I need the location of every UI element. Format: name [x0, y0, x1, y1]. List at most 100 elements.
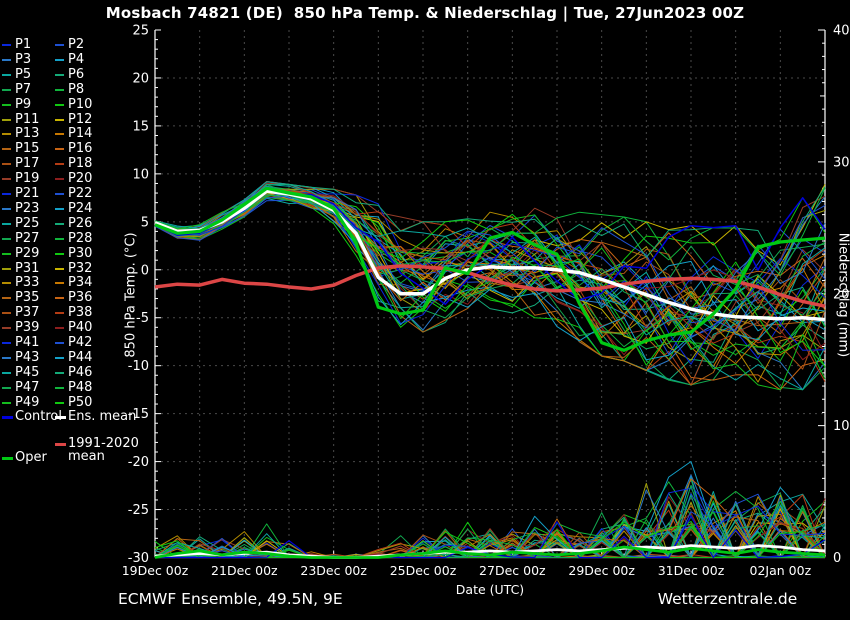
legend-member-P9-swatch [2, 104, 11, 106]
legend-member-P15-label: P15 [15, 141, 39, 156]
legend-member-P31-label: P31 [15, 261, 39, 276]
legend-member-P48-swatch [55, 387, 64, 389]
legend-member-P41-label: P41 [15, 335, 39, 350]
legend-member-P34-swatch [55, 282, 64, 284]
legend-member-P42-label: P42 [68, 335, 92, 350]
legend-member-P47-label: P47 [15, 380, 39, 395]
site-credit: Wetterzentrale.de [640, 590, 815, 608]
legend-member-P36-swatch [55, 297, 64, 299]
legend-member-P22-swatch [55, 193, 64, 195]
legend-member-P37-swatch [2, 312, 11, 314]
precip-tick-label: 10 [833, 419, 850, 434]
legend-member-P20-label: P20 [68, 171, 92, 186]
legend-member-P48-label: P48 [68, 380, 92, 395]
legend-member-P1-swatch [2, 44, 11, 46]
legend-member-P6-label: P6 [68, 67, 84, 82]
ensemble-member-temp-P3 [155, 195, 825, 390]
legend-member-P12-label: P12 [68, 112, 92, 127]
legend-member-P43-label: P43 [15, 350, 39, 365]
legend-member-P12-swatch [55, 119, 64, 121]
legend-member-P44-label: P44 [68, 350, 92, 365]
legend-control-swatch [2, 416, 13, 419]
legend-member-P33-label: P33 [15, 275, 39, 290]
x-tick-label: 23Dec 00z [300, 563, 367, 578]
legend-member-P38-label: P38 [68, 305, 92, 320]
legend-member-P28-label: P28 [68, 231, 92, 246]
legend-member-P17-swatch [2, 163, 11, 165]
legend-member-P5-swatch [2, 74, 11, 76]
legend-member-P13-swatch [2, 133, 11, 135]
legend-member-P29-label: P29 [15, 246, 39, 261]
legend-member-P16-label: P16 [68, 141, 92, 156]
legend-member-P23-label: P23 [15, 201, 39, 216]
meteogram-page: Mosbach 74821 (DE) 850 hPa Temp. & Niede… [0, 0, 850, 620]
legend-member-P15-swatch [2, 148, 11, 150]
legend-member-P18-swatch [55, 163, 64, 165]
legend-member-P3-label: P3 [15, 52, 31, 67]
ensemble-member-temp-P16 [155, 193, 825, 389]
legend-member-P28-swatch [55, 238, 64, 240]
legend-member-P4-label: P4 [68, 52, 84, 67]
legend-member-P13-label: P13 [15, 126, 39, 141]
legend-member-P40-label: P40 [68, 320, 92, 335]
legend-member-P11-label: P11 [15, 112, 39, 127]
precip-tick-label: 40 [833, 24, 850, 39]
x-tick-label: 02Jan 00z [750, 563, 812, 578]
x-tick-label: 19Dec 00z [122, 563, 189, 578]
legend-member-P32-swatch [55, 268, 64, 270]
legend-member-P3-swatch [2, 59, 11, 61]
legend-member-P8-swatch [55, 89, 64, 91]
legend-member-P44-swatch [55, 357, 64, 359]
legend-member-P22-label: P22 [68, 186, 92, 201]
legend-member-P41-swatch [2, 342, 11, 344]
legend-member-P14-swatch [55, 133, 64, 135]
legend-member-P27-label: P27 [15, 231, 39, 246]
legend-member-P37-label: P37 [15, 305, 39, 320]
x-tick-label: 21Dec 00z [211, 563, 278, 578]
legend-member-P24-label: P24 [68, 201, 92, 216]
precip-tick-label: 30 [833, 155, 850, 170]
legend-member-P35-swatch [2, 297, 11, 299]
legend-member-P45-label: P45 [15, 365, 39, 380]
x-tick-label: 29Dec 00z [568, 563, 635, 578]
legend-oper-label: Oper [15, 450, 47, 465]
legend-member-P20-swatch [55, 178, 64, 180]
legend-member-P45-swatch [2, 372, 11, 374]
x-tick-label: 31Dec 00z [658, 563, 725, 578]
legend-oper-swatch [2, 457, 13, 460]
legend-member-P23-swatch [2, 208, 11, 210]
legend-member-P2-label: P2 [68, 37, 84, 52]
legend-member-P29-swatch [2, 253, 11, 255]
legend-member-P42-swatch [55, 342, 64, 344]
legend-member-P26-label: P26 [68, 216, 92, 231]
legend-member-P6-swatch [55, 74, 64, 76]
legend-member-P21-swatch [2, 193, 11, 195]
legend-member-P7-label: P7 [15, 82, 31, 97]
ensemble-member-temp-P40 [155, 192, 825, 360]
ensemble-member-temp-P10 [155, 193, 825, 361]
legend-ens-mean-label: Ens. mean [68, 409, 136, 424]
legend-member-P27-swatch [2, 238, 11, 240]
legend-member-P18-label: P18 [68, 156, 92, 171]
legend-member-P39-label: P39 [15, 320, 39, 335]
legend-member-P19-swatch [2, 178, 11, 180]
legend-member-P35-label: P35 [15, 290, 39, 305]
legend-member-P30-label: P30 [68, 246, 92, 261]
legend-member-P10-label: P10 [68, 97, 92, 112]
legend-member-P36-label: P36 [68, 290, 92, 305]
legend-member-P24-swatch [55, 208, 64, 210]
legend-member-P49-swatch [2, 402, 11, 404]
legend-member-P14-label: P14 [68, 126, 92, 141]
legend-member-P43-swatch [2, 357, 11, 359]
legend-member-P47-swatch [2, 387, 11, 389]
precip-tick-label: 0 [833, 551, 841, 566]
legend-member-P30-swatch [55, 253, 64, 255]
legend-climate-mean-label-line2: mean [68, 449, 105, 464]
legend-member-P8-label: P8 [68, 82, 84, 97]
legend-member-P16-swatch [55, 148, 64, 150]
y-axis-label-temperature: 850 hPa Temp. (°C) [124, 232, 139, 357]
legend-member-P46-label: P46 [68, 365, 92, 380]
legend-member-P46-swatch [55, 372, 64, 374]
legend-member-P26-swatch [55, 223, 64, 225]
legend-member-P33-swatch [2, 282, 11, 284]
